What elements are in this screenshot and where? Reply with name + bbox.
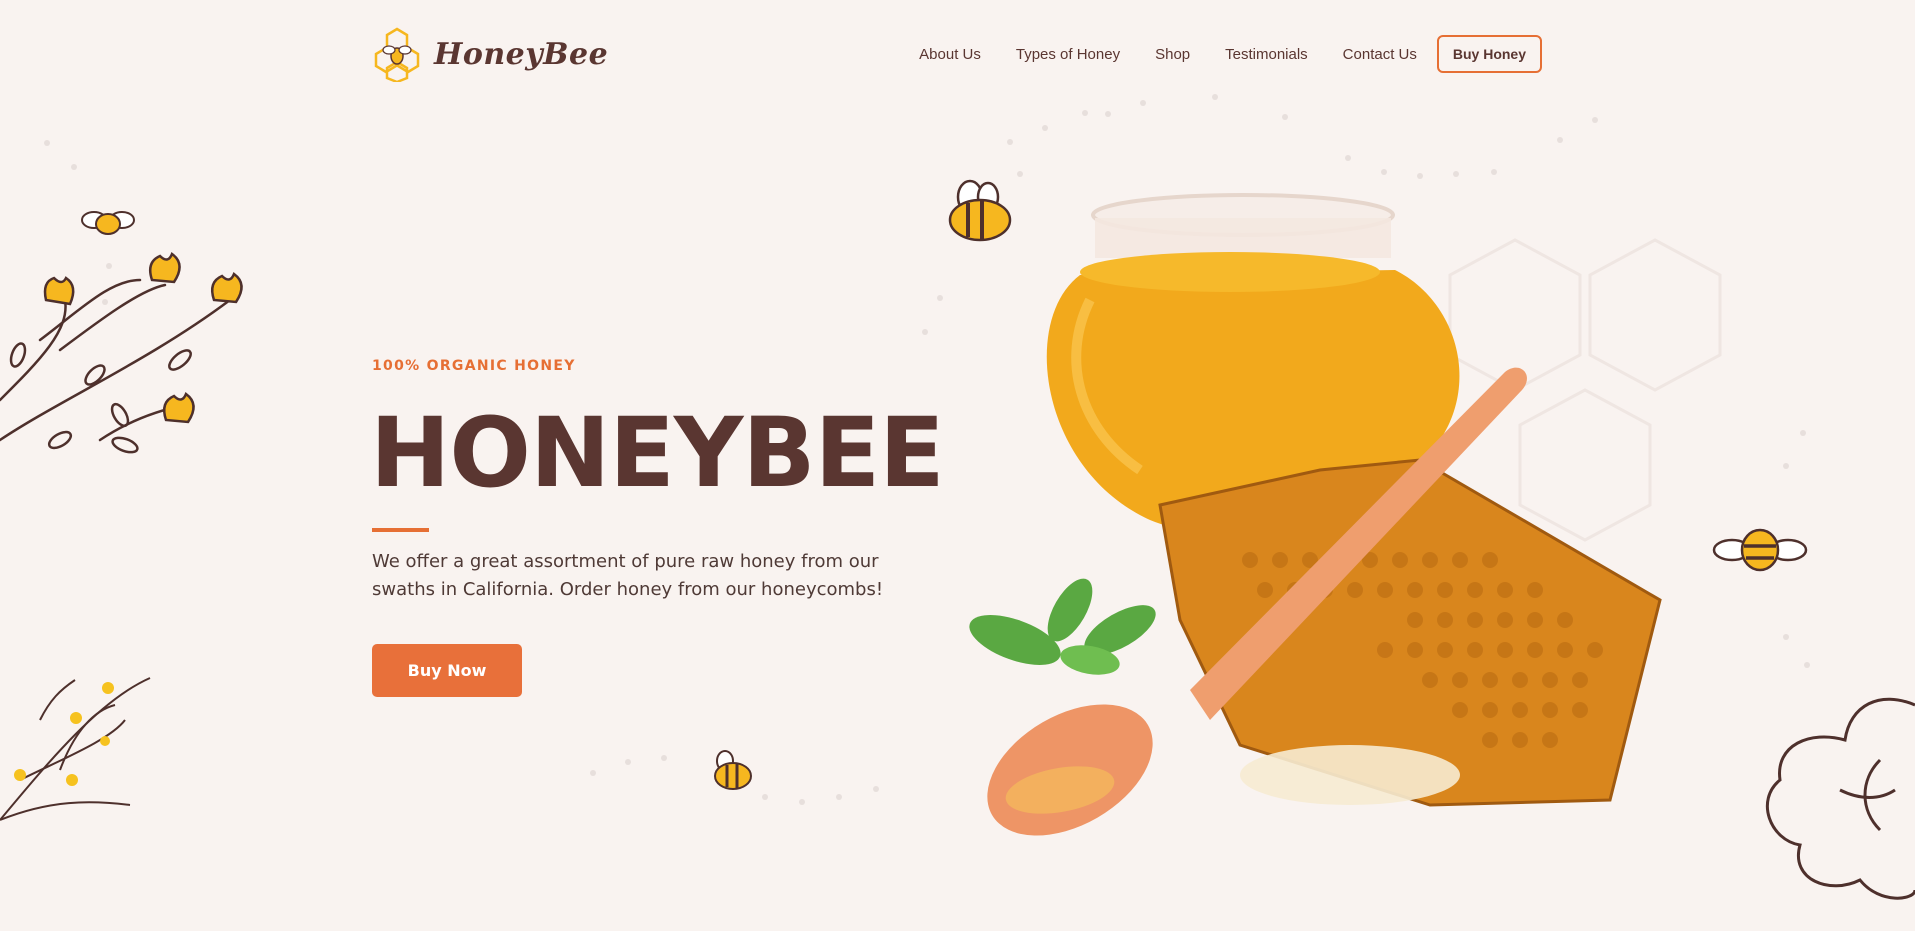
wooden-spoon-icon [987,367,1527,836]
hero-title: HONEYBEE [370,397,945,509]
honeycomb-logo-icon [374,27,420,82]
nav-link-types-of-honey[interactable]: Types of Honey [1016,46,1120,63]
nav-link-about-us[interactable]: About Us [919,46,981,63]
background-illustrations [0,94,1915,900]
main-nav: About Us Types of Honey Shop Testimonial… [919,35,1542,73]
buy-now-button[interactable]: Buy Now [372,644,522,697]
site-header: HoneyBee About Us Types of Honey Shop Te… [372,26,1542,86]
sprig-icon [0,677,151,821]
title-underline [372,528,429,532]
hero-eyebrow: 100% ORGANIC HONEY [372,358,576,374]
yellow-berries [14,682,114,786]
honey-jar-icon [1046,193,1460,536]
hexagon-pattern [1448,238,1722,542]
buy-honey-button[interactable]: Buy Honey [1436,35,1542,73]
nav-link-testimonials[interactable]: Testimonials [1225,46,1308,63]
nav-link-shop[interactable]: Shop [1155,46,1190,63]
nav-link-contact-us[interactable]: Contact Us [1343,46,1417,63]
brand-logo[interactable]: HoneyBee [372,26,608,82]
bee-icon [81,179,1808,790]
flower-icon [1765,697,1915,900]
mint-leaf-icon [969,578,1156,675]
hero-description: We offer a great assortment of pure raw … [372,551,884,600]
flower-branch-icon [0,278,232,454]
landing-page: HoneyBee About Us Types of Honey Shop Te… [0,0,1915,931]
yellow-flower-icon [43,252,243,424]
honeycomb-icon [1158,458,1662,807]
brand-name: HoneyBee [434,36,609,72]
